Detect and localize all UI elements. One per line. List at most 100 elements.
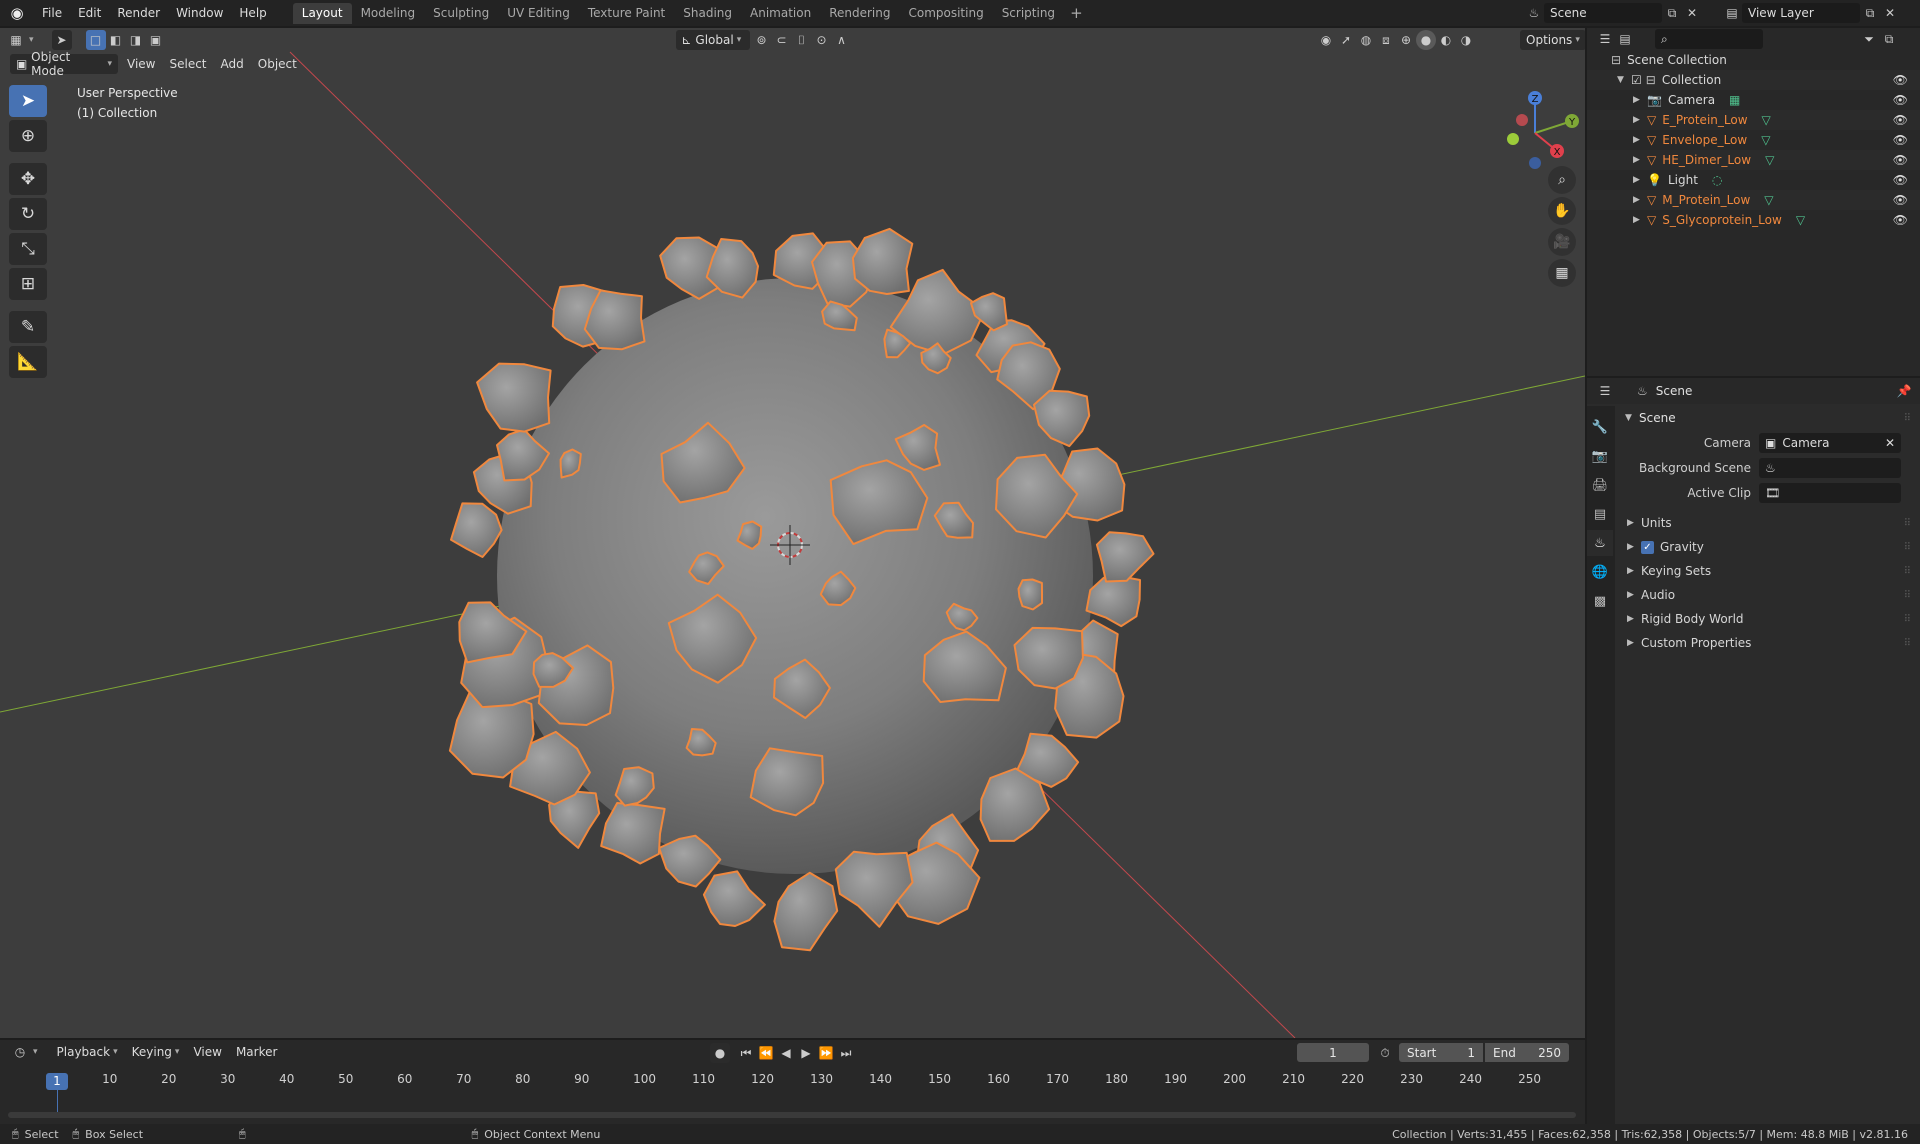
new-scene-icon[interactable]: ⧉	[1662, 3, 1682, 23]
mesh-data-icon[interactable]: ▽	[1764, 193, 1773, 207]
object-mode-dropdown[interactable]: ▣ Object Mode ▾	[10, 50, 118, 78]
scene-tab-icon[interactable]: ♨	[1587, 530, 1613, 556]
spike-protein[interactable]	[851, 227, 914, 295]
timeline-editor-icon[interactable]: ◷	[10, 1042, 30, 1062]
spike-protein[interactable]	[1017, 578, 1043, 611]
scene-type-icon[interactable]: ♨	[1524, 3, 1544, 23]
menu-view[interactable]: View	[186, 1042, 228, 1062]
transform-tool-icon[interactable]: ⊞	[9, 268, 47, 300]
falloff-icon[interactable]: ∧	[832, 30, 852, 50]
outliner-editor-icon[interactable]: ☰	[1595, 29, 1615, 49]
rigid-body-world-panel[interactable]: ▶ Rigid Body World ⠿	[1619, 607, 1918, 631]
scale-tool-icon[interactable]: ⤡	[9, 233, 47, 265]
gizmo-neg-z-icon[interactable]	[1529, 157, 1541, 169]
measure-tool-icon[interactable]: 📐	[9, 346, 47, 378]
eye-icon[interactable]: 👁	[1893, 93, 1908, 107]
jump-start-icon[interactable]: ⏮	[736, 1043, 756, 1063]
gravity-panel[interactable]: ▶ ✓ Gravity ⠿	[1619, 535, 1918, 559]
drag-handle-icon[interactable]: ⠿	[1904, 518, 1911, 529]
output-tab-icon[interactable]: 🖨	[1587, 472, 1613, 498]
custom-properties-panel[interactable]: ▶ Custom Properties ⠿	[1619, 631, 1918, 655]
expand-right-icon[interactable]: ▶	[1633, 95, 1647, 105]
zoom-icon[interactable]: ⌕	[1548, 166, 1576, 194]
collection-row[interactable]: ▼ ☑ ⊟ Collection 👁	[1587, 70, 1920, 90]
solid-shading-icon[interactable]: ●	[1416, 30, 1436, 50]
material-shading-icon[interactable]: ◐	[1436, 30, 1456, 50]
editor-type-dropdown-icon[interactable]: ▾	[29, 35, 34, 45]
drag-handle-icon[interactable]: ⠿	[1904, 590, 1911, 601]
spike-protein[interactable]	[600, 802, 666, 865]
menu-object[interactable]: Object	[251, 54, 304, 74]
jump-keyframe-forward-icon[interactable]: ⏩	[816, 1043, 836, 1063]
gizmo-neg-x-icon[interactable]	[1516, 114, 1528, 126]
menu-render[interactable]: Render	[109, 0, 168, 26]
menu-help[interactable]: Help	[231, 0, 274, 26]
select-mode-icon[interactable]: ➤	[51, 30, 72, 50]
clear-icon[interactable]: ✕	[1885, 436, 1895, 450]
spike-protein[interactable]	[476, 362, 552, 433]
blender-logo-icon[interactable]: ◉	[0, 0, 34, 26]
pivot-icon[interactable]: ⊚	[752, 30, 772, 50]
eye-icon[interactable]: 👁	[1893, 173, 1908, 187]
expand-right-icon[interactable]: ▶	[1633, 195, 1647, 205]
cursor-tool-icon[interactable]: ⊕	[9, 120, 47, 152]
pin-icon[interactable]: 📌	[1894, 381, 1914, 401]
spike-protein[interactable]	[450, 502, 503, 558]
playhead[interactable]: 1	[46, 1073, 68, 1090]
move-tool-icon[interactable]: ✥	[9, 163, 47, 195]
scene-name-field[interactable]: Scene	[1544, 3, 1662, 23]
visibility-filter-icon[interactable]: ◉	[1316, 30, 1336, 50]
gizmo-toggle-icon[interactable]: ➚	[1336, 30, 1356, 50]
tab-rendering[interactable]: Rendering	[820, 3, 899, 24]
frame-ruler[interactable]: 1 10 20 30 40 50 60 70 80 90 100 110 120 130 140 150 16…	[0, 1072, 1585, 1090]
background-scene-field[interactable]: ♨	[1759, 457, 1901, 478]
start-frame-field[interactable]: Start 1	[1399, 1043, 1483, 1062]
add-workspace-icon[interactable]: +	[1064, 4, 1089, 22]
play-icon[interactable]: ▶	[796, 1043, 816, 1063]
chevron-down-icon[interactable]: ▾	[33, 1047, 38, 1057]
view-layer-field[interactable]: View Layer	[1742, 3, 1860, 23]
drag-handle-icon[interactable]: ⠿	[1904, 413, 1911, 424]
outliner-item[interactable]: ▶ 💡 Light ◌ 👁	[1587, 170, 1920, 190]
play-reverse-icon[interactable]: ◀	[776, 1043, 796, 1063]
camera-field[interactable]: ▣ Camera ✕	[1759, 432, 1901, 453]
end-frame-field[interactable]: End 250	[1485, 1043, 1569, 1062]
scene-panel-header[interactable]: ▼ Scene ⠿	[1619, 406, 1918, 430]
mesh-data-icon[interactable]: ▽	[1761, 133, 1770, 147]
mesh-data-icon[interactable]: ▽	[1762, 113, 1771, 127]
tab-uv-editing[interactable]: UV Editing	[498, 3, 579, 24]
select-subtract-icon[interactable]: ◨	[126, 30, 146, 50]
viewport-scene[interactable]	[0, 28, 1585, 1038]
tab-texture-paint[interactable]: Texture Paint	[579, 3, 674, 24]
camera-data-icon[interactable]: ▦	[1729, 93, 1740, 107]
camera-view-icon[interactable]: 🎥	[1548, 228, 1576, 256]
tab-compositing[interactable]: Compositing	[899, 3, 992, 24]
outliner-search-input[interactable]: ⌕	[1655, 29, 1763, 49]
menu-marker[interactable]: Marker	[229, 1042, 284, 1062]
new-collection-icon[interactable]: ⧉	[1879, 29, 1899, 49]
snap-target-icon[interactable]: ⌷	[792, 30, 812, 50]
delete-view-layer-icon[interactable]: ✕	[1880, 3, 1900, 23]
tab-shading[interactable]: Shading	[674, 3, 741, 24]
eye-icon[interactable]: 👁	[1893, 153, 1908, 167]
spike-protein[interactable]	[1085, 575, 1141, 628]
keying-sets-panel[interactable]: ▶ Keying Sets ⠿	[1619, 559, 1918, 583]
3d-viewport[interactable]: ▦ ▾ ➤ □ ◧ ◨ ▣ ⊾ Global ▾ ⊚ ⊂ ⌷ ⊙ ∧ ◉ ➚ ◍ …	[0, 28, 1585, 1038]
pan-hand-icon[interactable]: ✋	[1548, 197, 1576, 225]
eye-icon[interactable]: 👁	[1893, 213, 1908, 227]
view-layer-tab-icon[interactable]: ▤	[1587, 501, 1613, 527]
filter-icon[interactable]: ⏷	[1859, 29, 1879, 49]
mesh-data-icon[interactable]: ▽	[1796, 213, 1805, 227]
outliner-item[interactable]: ▶ ▽ E_Protein_Low ▽ 👁	[1587, 110, 1920, 130]
select-box-tool-icon[interactable]: ➤	[9, 85, 47, 117]
jump-end-icon[interactable]: ⏭	[836, 1043, 856, 1063]
snap-icon[interactable]: ⊂	[772, 30, 792, 50]
delete-scene-icon[interactable]: ✕	[1682, 3, 1702, 23]
jump-keyframe-back-icon[interactable]: ⏪	[756, 1043, 776, 1063]
tab-modeling[interactable]: Modeling	[352, 3, 425, 24]
texture-tab-icon[interactable]: ▩	[1587, 588, 1613, 614]
scene-collection-row[interactable]: ⊟ Scene Collection	[1587, 50, 1920, 70]
eye-icon[interactable]: 👁	[1893, 73, 1908, 87]
audio-panel[interactable]: ▶ Audio ⠿	[1619, 583, 1918, 607]
outliner-item[interactable]: ▶ ▽ HE_Dimer_Low ▽ 👁	[1587, 150, 1920, 170]
